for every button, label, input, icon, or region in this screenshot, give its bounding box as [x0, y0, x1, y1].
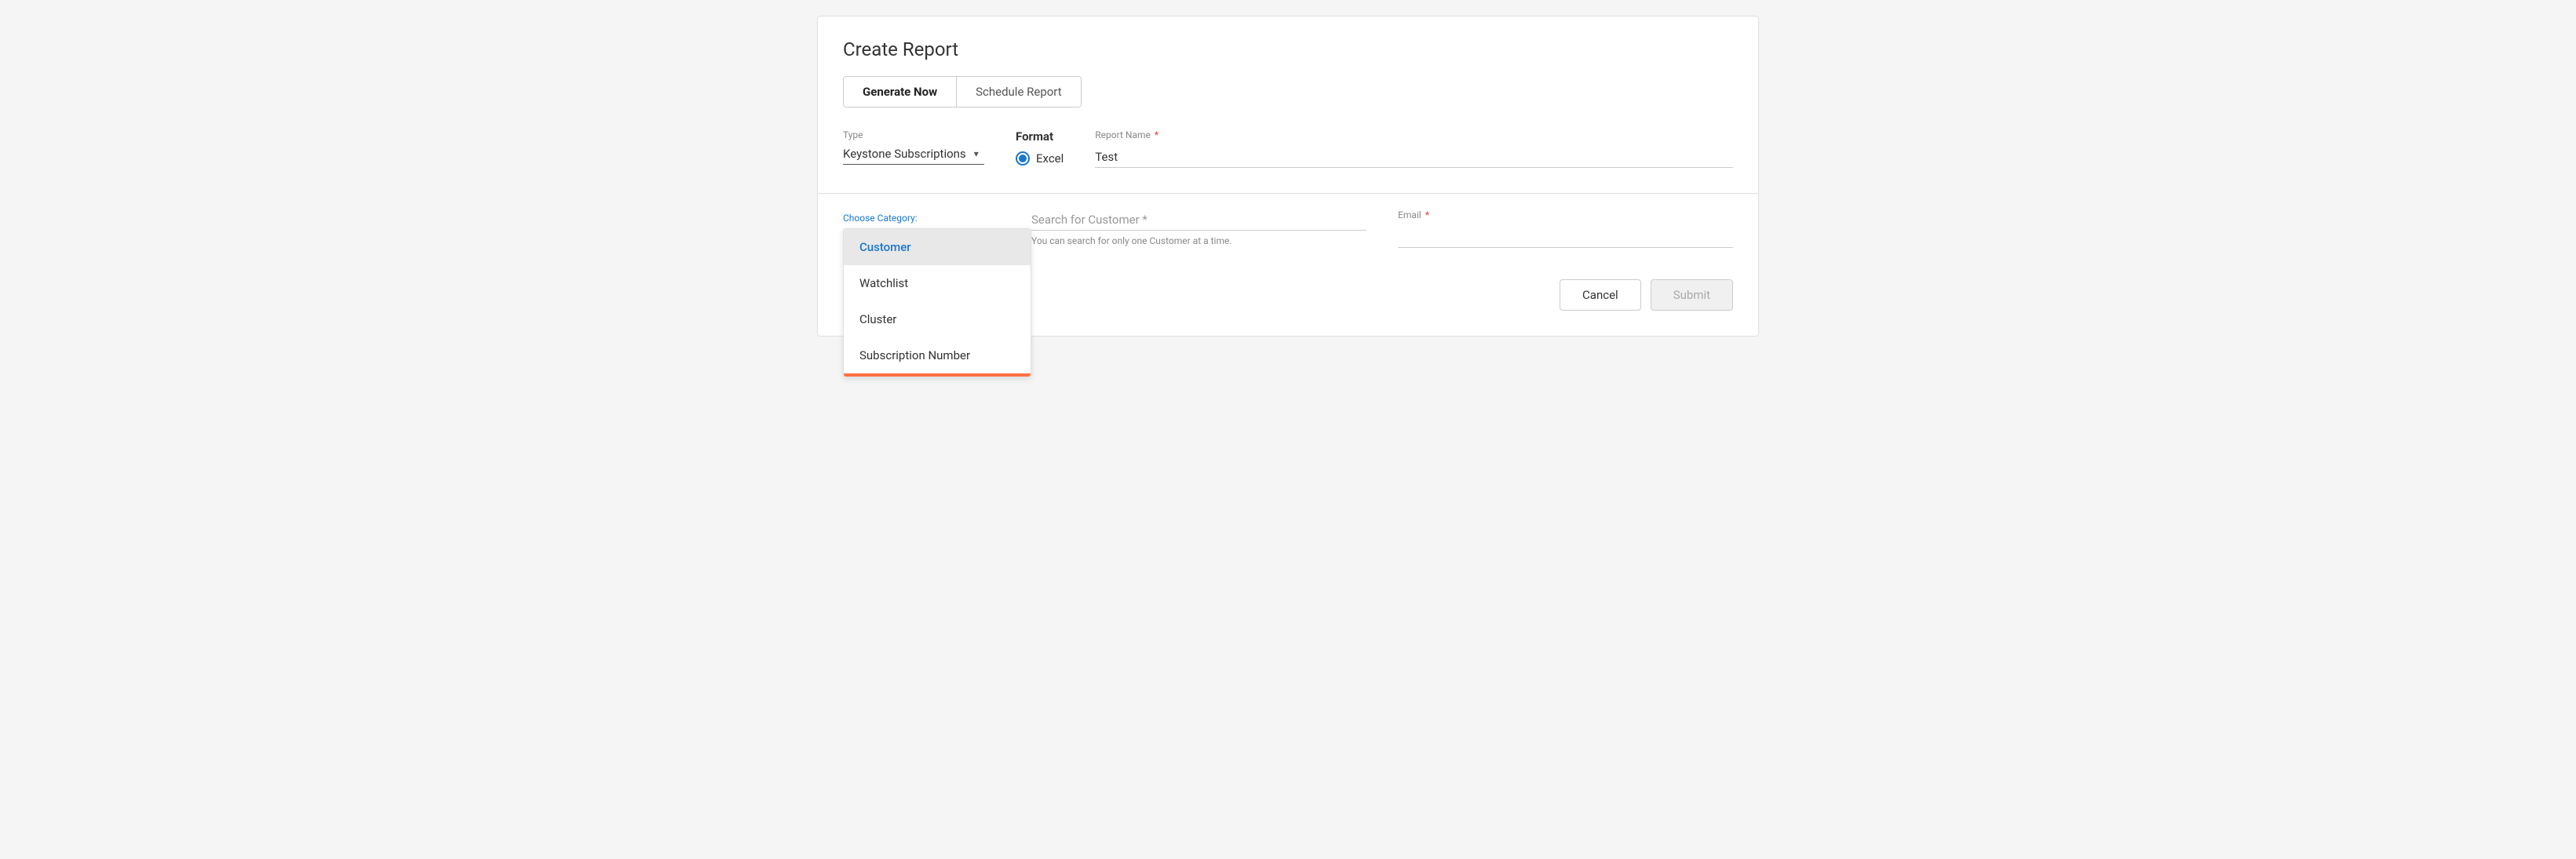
type-value: Keystone Subscriptions: [843, 147, 966, 161]
create-report-container: Create Report Generate Now Schedule Repo…: [817, 16, 1759, 337]
search-customer-input[interactable]: [1031, 209, 1366, 231]
search-customer-hint: You can search for only one Customer at …: [1031, 235, 1366, 246]
email-input[interactable]: [1398, 227, 1733, 248]
category-item-subscription-number[interactable]: Subscription Number: [844, 337, 1031, 373]
category-row: Choose Category: Customer Watchlist Clus…: [843, 209, 1733, 248]
type-selector[interactable]: Keystone Subscriptions ▾: [843, 147, 984, 165]
format-excel-radio[interactable]: [1016, 151, 1030, 166]
category-group: Choose Category: Customer Watchlist Clus…: [843, 209, 1000, 224]
search-customer-group: You can search for only one Customer at …: [1031, 209, 1366, 246]
report-name-field-group: Report Name *: [1095, 129, 1733, 168]
search-input-wrapper: [1031, 209, 1366, 231]
dropdown-bottom-indicator: [844, 373, 1031, 377]
format-field-group: Format Excel: [1016, 129, 1064, 166]
report-name-label: Report Name *: [1095, 129, 1733, 140]
submit-button[interactable]: Submit: [1651, 279, 1733, 311]
tabs-container: Generate Now Schedule Report: [843, 76, 1082, 107]
email-label: Email *: [1398, 209, 1733, 220]
page-title: Create Report: [843, 38, 1733, 60]
email-field-group: Email *: [1398, 209, 1733, 248]
type-label: Type: [843, 129, 984, 140]
type-field-group: Type Keystone Subscriptions ▾: [843, 129, 984, 165]
category-item-customer[interactable]: Customer: [844, 229, 1031, 265]
right-fields: Report Name *: [1095, 129, 1733, 168]
section-divider: [818, 193, 1758, 194]
format-excel-option[interactable]: Excel: [1016, 151, 1064, 166]
format-label: Format: [1016, 129, 1064, 144]
tab-schedule-report[interactable]: Schedule Report: [957, 77, 1081, 107]
type-dropdown-arrow: ▾: [974, 148, 979, 159]
cancel-button[interactable]: Cancel: [1560, 279, 1641, 311]
report-name-input[interactable]: [1095, 147, 1733, 168]
category-item-cluster[interactable]: Cluster: [844, 301, 1031, 337]
choose-category-label: Choose Category:: [843, 213, 918, 224]
category-dropdown-menu: Customer Watchlist Cluster Subscription …: [843, 228, 1031, 377]
format-excel-label: Excel: [1036, 151, 1064, 166]
tab-generate-now[interactable]: Generate Now: [844, 77, 957, 107]
email-right-fields: Email *: [1398, 209, 1733, 248]
top-form-section: Type Keystone Subscriptions ▾ Format Exc…: [843, 129, 1733, 168]
category-item-watchlist[interactable]: Watchlist: [844, 265, 1031, 301]
